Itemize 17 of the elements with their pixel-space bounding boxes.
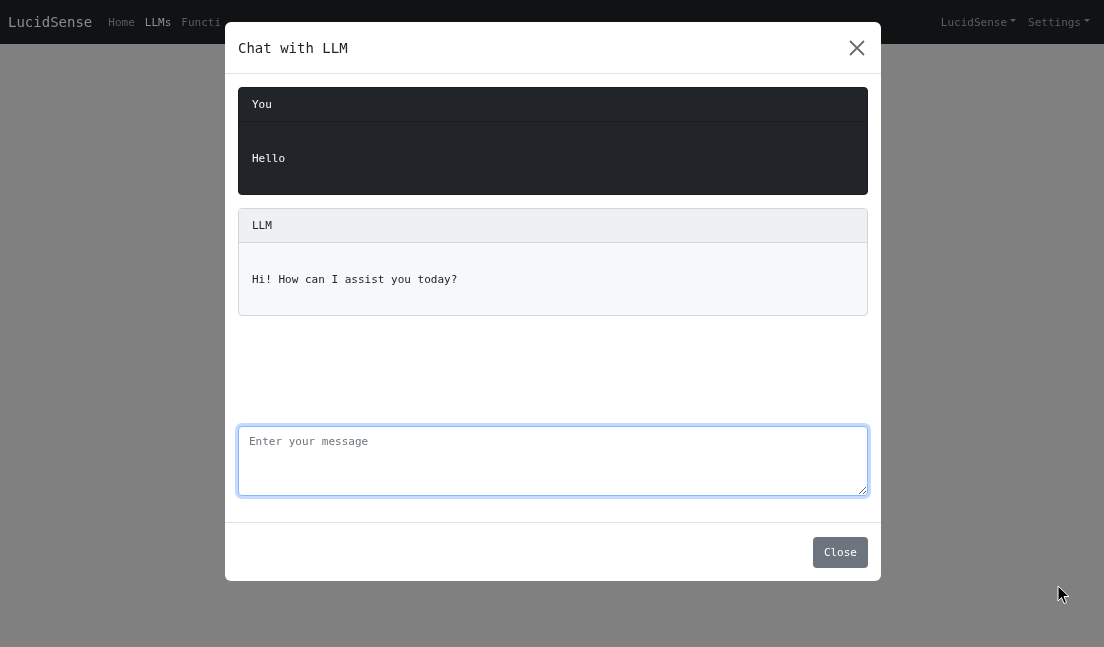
sender-name: LLM	[252, 219, 272, 232]
nav-link[interactable]: LLMs	[139, 15, 177, 29]
brand-logo[interactable]: LucidSense	[8, 14, 93, 30]
caret-icon	[1084, 19, 1090, 22]
nav-link[interactable]: Functi	[176, 15, 227, 29]
dropdown-menu[interactable]: LucidSense	[934, 15, 1022, 29]
sender-name: You	[252, 98, 272, 111]
message-input[interactable]: Enter your message	[238, 426, 868, 496]
dropdown-menu[interactable]: Settings	[1022, 15, 1096, 29]
cursor-icon	[1057, 585, 1070, 605]
close-button[interactable]: Close	[812, 536, 868, 568]
caret-icon	[1010, 19, 1016, 22]
nav-link[interactable]: Home	[103, 15, 140, 29]
dialog-title: Chat with LLM	[238, 39, 348, 56]
message-text: Hello	[252, 151, 286, 165]
close-icon	[849, 39, 865, 56]
message-text: Hi! How can I assist you today?	[252, 272, 458, 286]
